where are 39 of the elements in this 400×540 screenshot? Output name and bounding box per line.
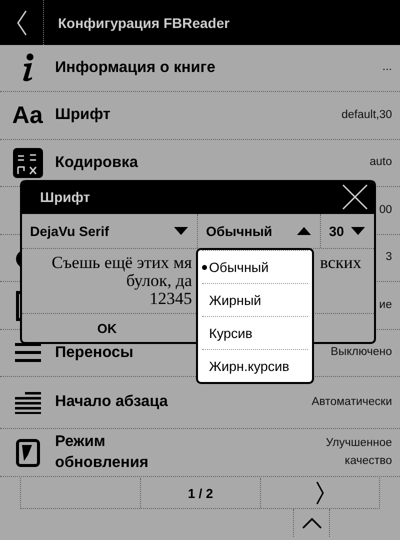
paragraph-icon (14, 392, 40, 414)
preview-text: булок, да (126, 272, 192, 290)
setting-value: ... (382, 60, 393, 76)
preview-text: вских (320, 254, 362, 272)
dropdown[interactable]: 30 (320, 214, 374, 248)
setting-label: Информация о книге (55, 58, 216, 78)
dropdown[interactable]: DejaVu Serif (22, 214, 197, 248)
back-icon (16, 10, 28, 36)
setting-label: Режим обновления (55, 432, 150, 472)
preview-text: 12345 (150, 290, 192, 308)
setting-value: 00 (379, 202, 393, 218)
setting-label: Начало абзаца (55, 392, 169, 412)
caret-up-icon (296, 225, 312, 237)
setting-label: Кодировка (55, 152, 140, 173)
setting-value: 3 (386, 250, 393, 266)
encoding-icon (12, 148, 42, 178)
setting-value: Улучшенное качество (326, 436, 393, 468)
scroll-up-button[interactable] (293, 509, 330, 537)
setting-value: default,30 (341, 108, 393, 123)
setting-value: ие (379, 298, 393, 313)
setting-label: Переносы (55, 342, 134, 363)
caret-down-icon (350, 225, 366, 237)
tablet-brush-icon (16, 438, 40, 466)
caret-down-icon (173, 225, 189, 237)
setting-value: Выключено (330, 345, 393, 360)
setting-value: auto (370, 155, 393, 170)
page-indicator: 1 / 2 (188, 486, 214, 500)
close-icon (342, 184, 368, 210)
setting-label: Шрифт (55, 105, 112, 126)
preview-text: Съешь ещё этих мя (50, 254, 192, 272)
window-title: Конфигурация FBReader (58, 14, 230, 30)
dialog-title: Шрифт (40, 189, 90, 205)
ok-button[interactable]: OK (22, 314, 192, 342)
next-page-button[interactable] (314, 481, 325, 505)
close-button[interactable] (342, 184, 368, 210)
chevron-up-icon (302, 517, 322, 529)
chevron-right-icon (314, 481, 325, 505)
font-icon: Aa (12, 102, 43, 130)
setting-value: Автоматически (312, 394, 393, 410)
